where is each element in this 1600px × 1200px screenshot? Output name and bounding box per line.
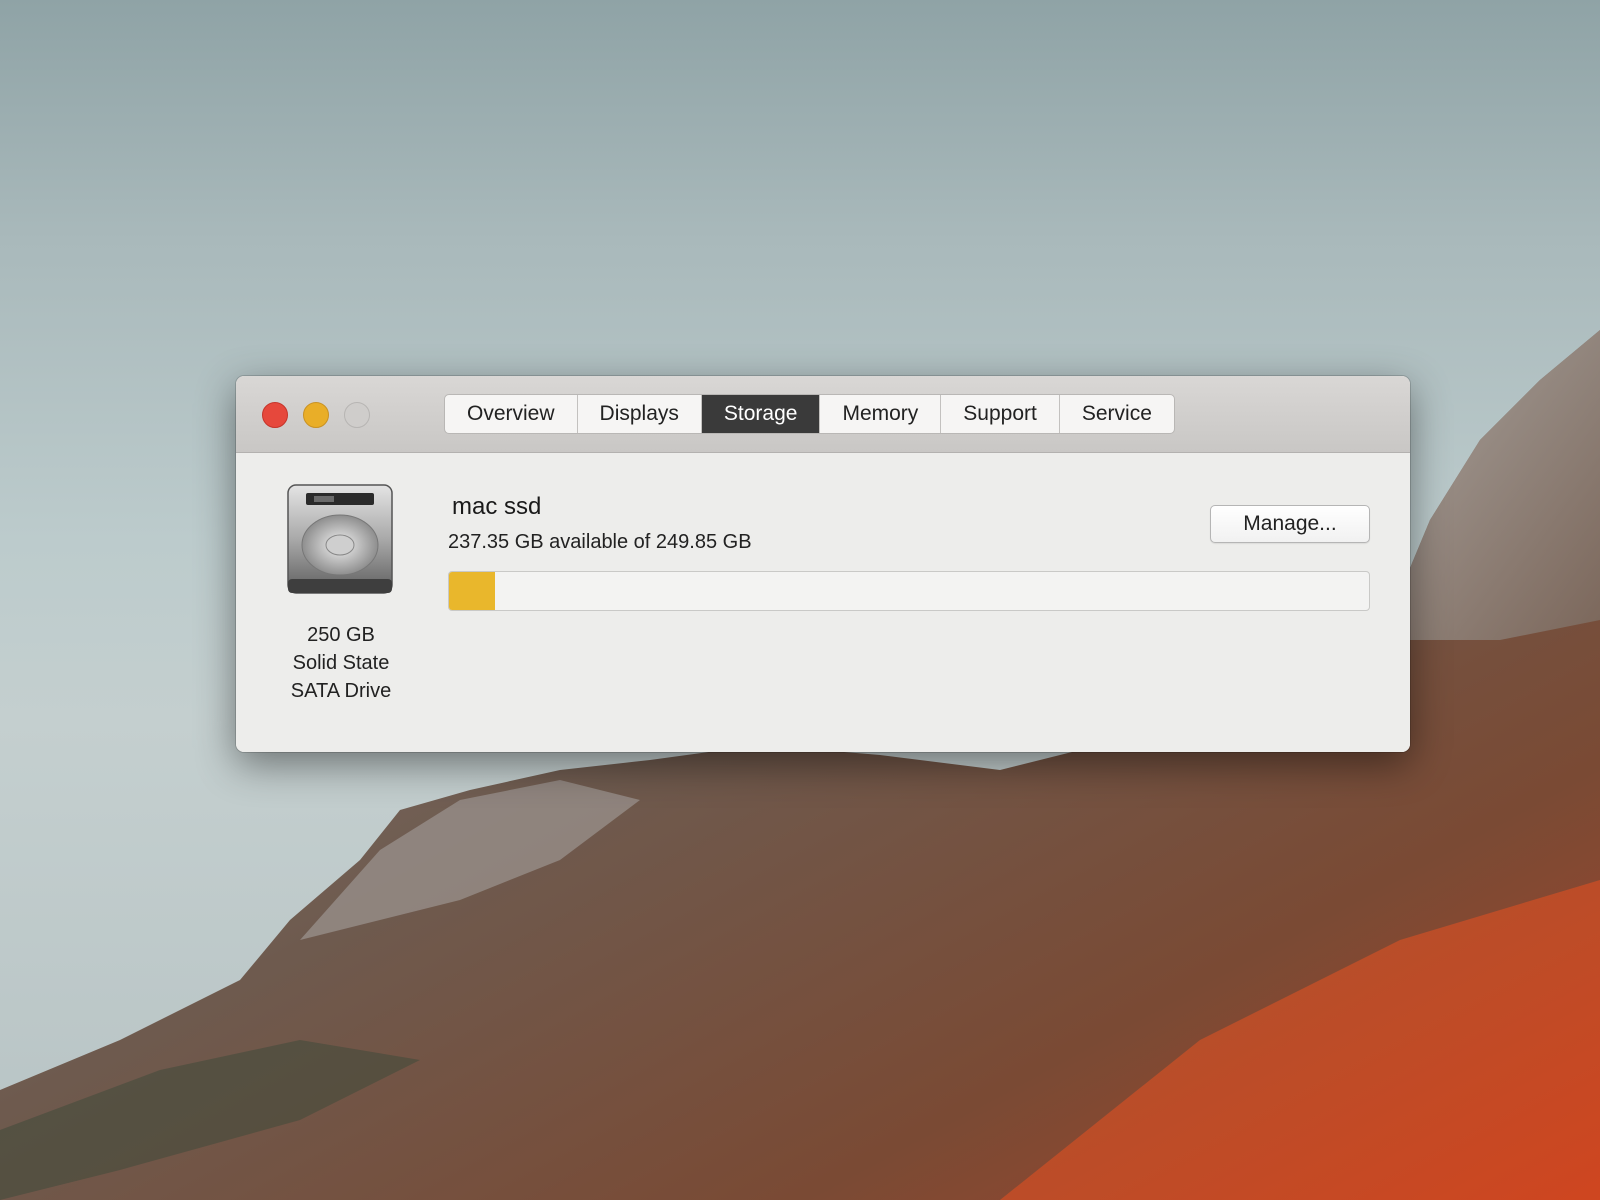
tab-displays[interactable]: Displays xyxy=(578,395,702,433)
drive-name: mac ssd xyxy=(452,493,542,520)
tab-overview[interactable]: Overview xyxy=(445,395,578,433)
tab-bar: Overview Displays Storage Memory Support… xyxy=(444,394,1175,434)
close-button[interactable] xyxy=(262,402,288,428)
tab-memory[interactable]: Memory xyxy=(820,395,942,433)
about-this-mac-window: Overview Displays Storage Memory Support… xyxy=(236,376,1410,752)
tab-support[interactable]: Support xyxy=(941,395,1060,433)
drive-capacity: 250 GB xyxy=(307,624,375,646)
storage-usage-bar[interactable] xyxy=(448,571,1370,611)
tab-service[interactable]: Service xyxy=(1060,395,1174,433)
drive-caption: 250 GB Solid State SATA Drive xyxy=(256,621,426,705)
minimize-button[interactable] xyxy=(303,402,329,428)
available-space-text: 237.35 GB available of 249.85 GB xyxy=(448,531,752,553)
tab-storage[interactable]: Storage xyxy=(701,395,821,433)
drive-interface: SATA Drive xyxy=(290,680,392,702)
manage-button[interactable]: Manage... xyxy=(1210,505,1370,543)
used-storage-segment[interactable] xyxy=(449,572,495,610)
drive-type: Solid State xyxy=(292,652,390,674)
window-titlebar[interactable]: Overview Displays Storage Memory Support… xyxy=(236,376,1410,453)
hard-drive-icon xyxy=(287,484,393,594)
storage-panel: 250 GB Solid State SATA Drive mac ssd 23… xyxy=(236,453,1410,752)
zoom-button[interactable] xyxy=(344,402,370,428)
